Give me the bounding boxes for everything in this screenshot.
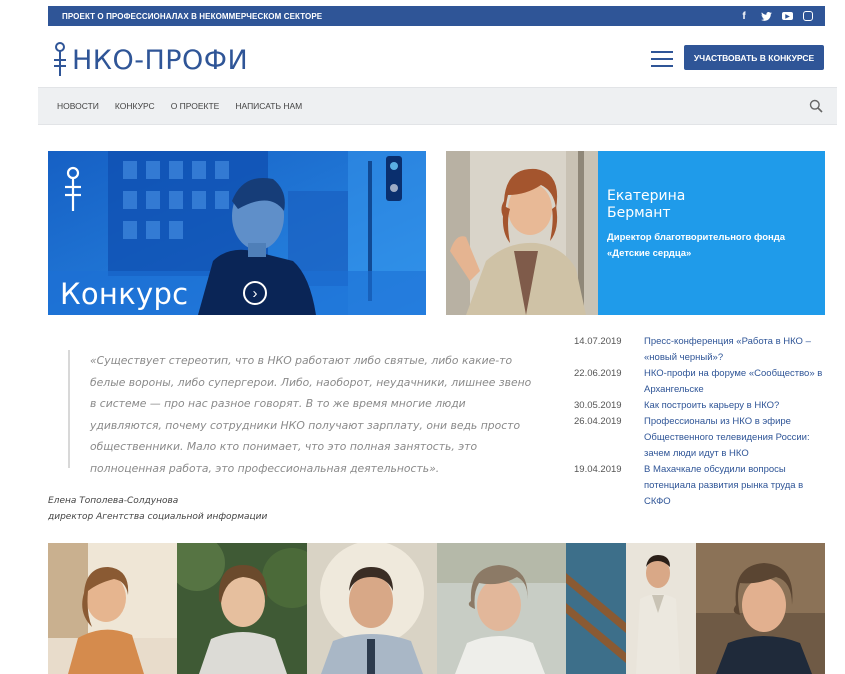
news-list: 14.07.2019 Пресс-конференция «Работа в Н… — [574, 334, 829, 510]
portrait-photo[interactable] — [566, 543, 696, 674]
news-title-link[interactable]: Пресс-конференция «Работа в НКО – «новый… — [644, 334, 829, 366]
facebook-icon[interactable]: f — [738, 10, 750, 22]
featured-person-name: Екатерина Бермант — [607, 188, 685, 222]
news-title-link[interactable]: В Махачкале обсудили вопросы потенциала … — [644, 462, 829, 510]
news-date: 22.06.2019 — [574, 368, 622, 379]
youtube-icon[interactable]: ▶ — [782, 12, 793, 20]
contest-banner[interactable]: Конкурс › — [48, 151, 426, 315]
portrait-photo[interactable] — [696, 543, 825, 674]
portrait-photo[interactable] — [437, 543, 566, 674]
twitter-icon[interactable] — [760, 10, 772, 22]
news-item[interactable]: 19.04.2019 В Махачкале обсудили вопросы … — [574, 462, 829, 510]
news-title-link[interactable]: НКО-профи на форуме «Сообщество» в Архан… — [644, 366, 829, 398]
social-links: f ▶ — [738, 10, 813, 22]
featured-person-role: Директор благотворительного фонда «Детск… — [607, 230, 812, 262]
search-icon[interactable] — [809, 99, 823, 113]
participate-contest-button[interactable]: УЧАСТВОВАТЬ В КОНКУРСЕ — [684, 45, 824, 70]
news-item[interactable]: 22.06.2019 НКО-профи на форуме «Сообщест… — [574, 366, 829, 398]
news-title-link[interactable]: Как построить карьеру в НКО? — [644, 398, 779, 414]
site-tagline: ПРОЕКТ О ПРОФЕССИОНАЛАХ В НЕКОММЕРЧЕСКОМ… — [62, 11, 323, 21]
quote-author-role: директор Агентства социальной информации — [48, 512, 268, 522]
top-bar: ПРОЕКТ О ПРОФЕССИОНАЛАХ В НЕКОММЕРЧЕСКОМ… — [48, 6, 825, 26]
news-date: 26.04.2019 — [574, 416, 622, 427]
menu-burger-icon[interactable] — [651, 51, 673, 67]
quote-block: «Существует стереотип, что в НКО работаю… — [68, 350, 538, 475]
nav-item-news[interactable]: НОВОСТИ — [57, 101, 99, 111]
main-nav: НОВОСТИ КОНКУРС О ПРОЕКТЕ НАПИСАТЬ НАМ — [38, 87, 837, 125]
portrait-photo[interactable] — [307, 543, 437, 674]
nav-item-contest[interactable]: КОНКУРС — [115, 101, 155, 111]
logo-text: НКО-ПРОФИ — [72, 44, 249, 76]
portrait-photo[interactable] — [177, 543, 307, 674]
featured-person-role-line1: Директор благотворительного фонда — [607, 232, 786, 243]
instagram-icon[interactable] — [803, 11, 813, 21]
nav-item-contact[interactable]: НАПИСАТЬ НАМ — [235, 101, 302, 111]
news-date: 30.05.2019 — [574, 400, 622, 411]
site-logo[interactable]: НКО-ПРОФИ — [52, 40, 248, 80]
featured-person-last-name: Бермант — [607, 205, 671, 221]
quote-author-name: Елена Тополева-Солдунова — [48, 496, 179, 506]
featured-person-role-line2: «Детские сердца» — [607, 248, 692, 259]
arrow-right-icon[interactable]: › — [243, 281, 267, 305]
news-item[interactable]: 14.07.2019 Пресс-конференция «Работа в Н… — [574, 334, 829, 366]
contest-title: Конкурс — [60, 277, 189, 311]
featured-person-first-name: Екатерина — [607, 188, 686, 204]
quote-author: Елена Тополева-Солдунова директор Агентс… — [48, 493, 267, 525]
portrait-gallery — [48, 543, 825, 674]
portrait-photo[interactable] — [48, 543, 177, 674]
logo-mark-icon — [54, 42, 66, 76]
news-date: 14.07.2019 — [574, 336, 622, 347]
nav-item-about[interactable]: О ПРОЕКТЕ — [171, 101, 220, 111]
featured-person-photo — [446, 151, 598, 315]
news-item[interactable]: 30.05.2019 Как построить карьеру в НКО? — [574, 398, 829, 414]
news-title-link[interactable]: Профессионалы из НКО в эфире Общественно… — [644, 414, 829, 462]
news-item[interactable]: 26.04.2019 Профессионалы из НКО в эфире … — [574, 414, 829, 462]
featured-person-card[interactable]: Екатерина Бермант Директор благотворител… — [446, 151, 825, 315]
news-date: 19.04.2019 — [574, 464, 622, 475]
quote-text: «Существует стереотип, что в НКО работаю… — [90, 354, 532, 475]
